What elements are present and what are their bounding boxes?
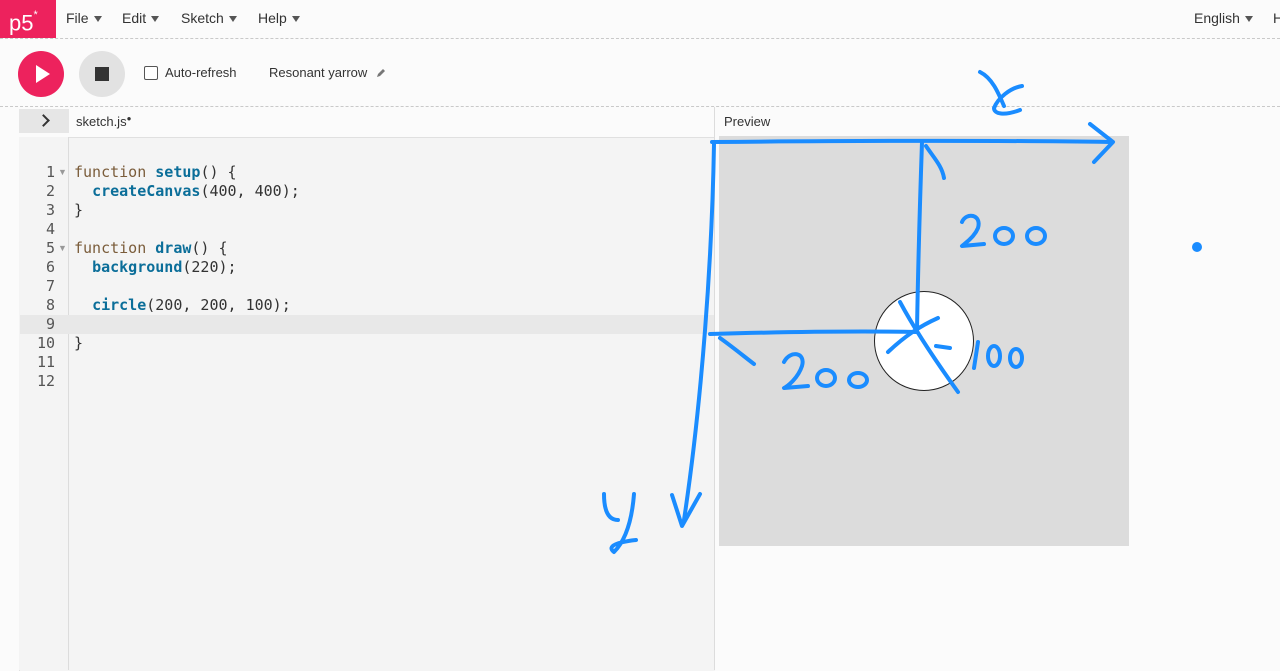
code-line-5: function draw() { bbox=[74, 239, 228, 257]
menu-sketch[interactable]: Sketch bbox=[181, 10, 237, 26]
line-number: 7 bbox=[45, 277, 55, 295]
chevron-down-icon bbox=[228, 16, 237, 23]
chevron-down-icon bbox=[93, 16, 102, 23]
chevron-down-icon bbox=[1244, 16, 1253, 23]
line-number: 4 bbox=[45, 220, 55, 238]
toolbar: Auto-refresh Resonant yarrow bbox=[0, 39, 1280, 107]
unsaved-indicator: ● bbox=[126, 114, 132, 123]
cursor-dot bbox=[1192, 242, 1202, 252]
code-line-8: circle(200, 200, 100); bbox=[92, 296, 291, 314]
nav-overflow-item[interactable]: H bbox=[1273, 10, 1280, 26]
pane-divider[interactable] bbox=[714, 107, 715, 670]
expand-sidebar-button[interactable] bbox=[19, 109, 69, 133]
p5-logo[interactable]: p5* bbox=[0, 0, 56, 38]
line-number: 6 bbox=[45, 258, 55, 276]
line-number: 3 bbox=[45, 201, 55, 219]
line-number: 11 bbox=[36, 353, 55, 371]
code-line-6: background(220); bbox=[92, 258, 237, 276]
preview-circle bbox=[874, 291, 974, 391]
chevron-down-icon bbox=[291, 16, 300, 23]
line-number: 10 bbox=[36, 334, 55, 352]
line-number: 5 bbox=[45, 239, 55, 257]
menu-edit[interactable]: Edit bbox=[122, 10, 160, 26]
line-number: 8 bbox=[45, 296, 55, 314]
stop-button[interactable] bbox=[79, 51, 125, 97]
code-editor[interactable] bbox=[19, 137, 715, 671]
preview-label: Preview bbox=[724, 114, 771, 129]
fold-arrow-icon[interactable]: ▼ bbox=[58, 167, 67, 177]
code-line-10: } bbox=[74, 334, 84, 352]
menu-help[interactable]: Help bbox=[258, 10, 300, 26]
fold-arrow-icon[interactable]: ▼ bbox=[58, 243, 67, 253]
auto-refresh-label[interactable]: Auto-refresh bbox=[165, 65, 237, 80]
menu-file[interactable]: File bbox=[66, 10, 102, 26]
line-number: 9 bbox=[45, 315, 55, 333]
line-number: 1 bbox=[45, 163, 55, 181]
code-line-3: } bbox=[74, 201, 84, 219]
active-line-highlight bbox=[20, 315, 715, 334]
pencil-icon[interactable] bbox=[376, 68, 386, 78]
language-select[interactable]: English bbox=[1194, 10, 1253, 26]
play-button[interactable] bbox=[18, 51, 64, 97]
code-line-1: function setup() { bbox=[74, 163, 237, 181]
line-number: 2 bbox=[45, 182, 55, 200]
file-tab-sketch-js[interactable]: sketch.js● bbox=[76, 114, 131, 129]
sketch-name[interactable]: Resonant yarrow bbox=[269, 65, 367, 80]
chevron-down-icon bbox=[151, 16, 160, 23]
auto-refresh-checkbox[interactable] bbox=[144, 66, 158, 80]
line-number: 12 bbox=[36, 372, 55, 390]
code-line-2: createCanvas(400, 400); bbox=[92, 182, 300, 200]
